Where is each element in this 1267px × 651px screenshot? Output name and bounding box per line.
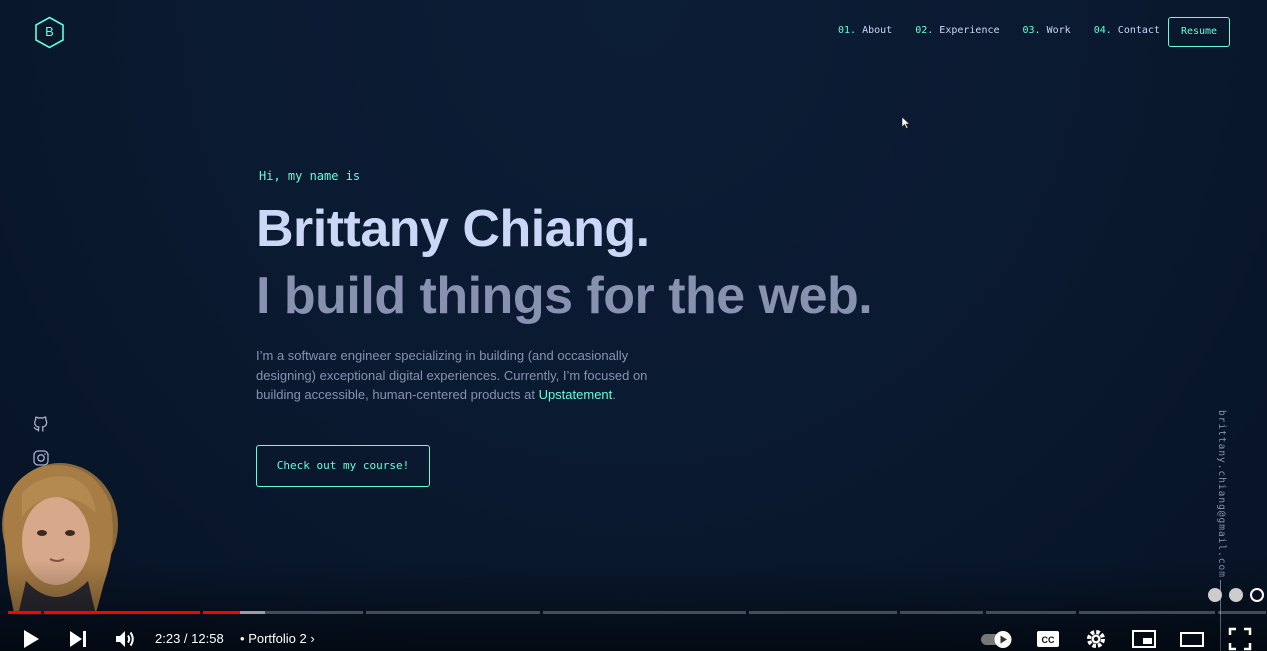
- course-button[interactable]: Check out my course!: [256, 445, 430, 487]
- autoplay-toggle-icon[interactable]: [980, 627, 1014, 651]
- nav-item-contact[interactable]: 04. Contact: [1094, 25, 1160, 36]
- played-indicator: [8, 611, 41, 614]
- chapter-segment: [1079, 611, 1215, 614]
- dot-indicator: [1208, 588, 1222, 602]
- chapter-title[interactable]: • Portfolio 2 ›: [240, 631, 315, 646]
- hero-tagline: I build things for the web.: [256, 267, 873, 325]
- next-icon[interactable]: [66, 627, 90, 651]
- greeting: Hi, my name is: [259, 169, 361, 183]
- nav-number: 01.: [838, 25, 857, 36]
- nav-label: Work: [1046, 25, 1071, 36]
- logo-letter: B: [45, 24, 54, 39]
- svg-text:CC: CC: [1042, 635, 1055, 645]
- logo[interactable]: B: [34, 16, 65, 49]
- dot-indicator: [1229, 588, 1243, 602]
- chapter-segment: [900, 611, 983, 614]
- nav-item-experience[interactable]: 02. Experience: [915, 25, 999, 36]
- volume-icon[interactable]: [113, 627, 137, 651]
- top-nav: 01. About 02. Experience 03. Work 04. Co…: [838, 25, 1160, 36]
- chapter-segment: [749, 611, 897, 614]
- nav-number: 02.: [915, 25, 934, 36]
- intro-suffix: .: [612, 387, 616, 402]
- chapter-segment: [986, 611, 1076, 614]
- video-progress-bar[interactable]: [8, 611, 1266, 614]
- captions-icon[interactable]: CC: [1036, 627, 1060, 651]
- portfolio-page: B 01. About 02. Experience 03. Work 04. …: [0, 0, 1267, 651]
- buffered-indicator: [240, 611, 265, 614]
- nav-number: 04.: [1093, 25, 1112, 36]
- email-link[interactable]: brittany.chiang@gmail.com: [1213, 410, 1227, 578]
- chapter-separator: •: [240, 631, 245, 646]
- end-screen-dots: [1208, 588, 1264, 602]
- mouse-cursor-icon: [902, 117, 910, 129]
- dot-indicator: [1250, 588, 1264, 602]
- nav-number: 03.: [1022, 25, 1041, 36]
- upstatement-link[interactable]: Upstatement: [539, 387, 613, 402]
- github-icon[interactable]: [32, 414, 50, 432]
- played-indicator: [203, 611, 240, 614]
- intro-paragraph: I’m a software engineer specializing in …: [256, 346, 676, 405]
- nav-label: Contact: [1117, 25, 1160, 36]
- nav-label: About: [862, 25, 893, 36]
- chapter-segment: [543, 611, 746, 614]
- nav-item-work[interactable]: 03. Work: [1023, 25, 1071, 36]
- miniplayer-icon[interactable]: [1132, 627, 1156, 651]
- play-icon[interactable]: [19, 627, 43, 651]
- video-time: 2:23 / 12:58: [155, 631, 224, 646]
- theater-icon[interactable]: [1180, 627, 1204, 651]
- chapter-label: Portfolio 2: [248, 631, 307, 646]
- played-indicator: [44, 611, 200, 614]
- hero-name: Brittany Chiang.: [256, 200, 650, 258]
- chevron-right-icon: ›: [310, 631, 315, 646]
- fullscreen-icon[interactable]: [1228, 627, 1252, 651]
- nav-item-about[interactable]: 01. About: [838, 25, 892, 36]
- chapter-segment: [366, 611, 540, 614]
- resume-button[interactable]: Resume: [1168, 17, 1230, 47]
- chapter-segment: [1218, 611, 1266, 614]
- nav-label: Experience: [939, 25, 1000, 36]
- settings-icon[interactable]: [1084, 627, 1108, 651]
